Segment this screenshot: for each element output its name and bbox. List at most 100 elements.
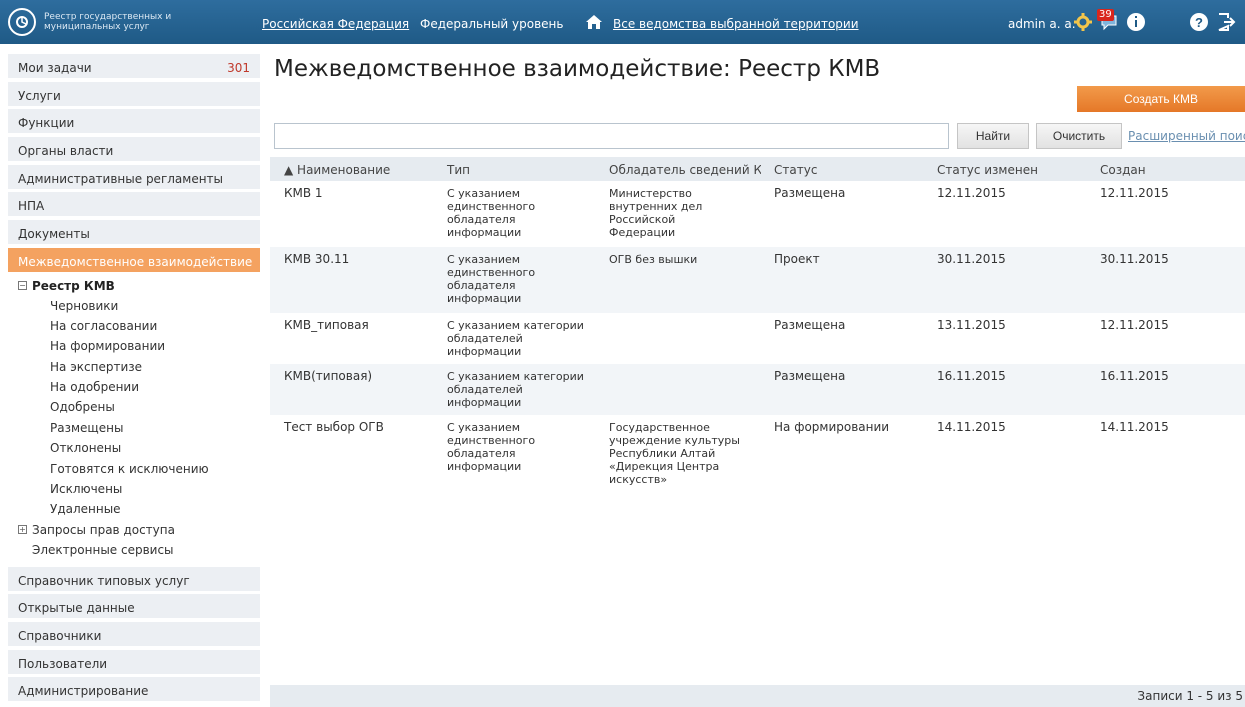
column-owner[interactable]: Обладатель сведений КМВ [609,163,761,177]
table-row[interactable]: КМВ 1 С указанием единственного обладате… [270,181,1245,247]
sidebar-subitem-approval[interactable]: На согласовании [18,316,260,336]
cell-name: КМВ(типовая) [284,369,373,383]
sidebar-item-label: Реестр КМВ [32,278,115,293]
column-created[interactable]: Создан [1100,163,1146,177]
info-icon[interactable] [1126,12,1146,32]
top-bar: Реестр государственных и муниципальных у… [0,0,1245,44]
sidebar-item-e-services[interactable]: Электронные сервисы [18,540,260,560]
sidebar-item-label: Мои задачи [18,61,92,75]
user-name[interactable]: admin a. a. [1008,17,1076,31]
sidebar-item-label: Администрирование [18,684,149,699]
sidebar-subitem-excluding[interactable]: Готовятся к исключению [18,459,260,479]
cell-created: 14.11.2015 [1100,420,1169,434]
sidebar-item-interagency[interactable]: Межведомственное взаимодействие [8,247,260,272]
notifications-badge: 39 [1097,9,1114,21]
cell-status-changed: 12.11.2015 [937,186,1006,200]
sidebar-item-documents[interactable]: Документы [8,220,260,245]
page-title: Межведомственное взаимодействие: Реестр … [274,56,881,82]
sidebar-item-dictionaries[interactable]: Справочники [8,621,260,646]
territory-link[interactable]: Российская Федерация [262,17,409,31]
cell-status: Размещена [774,369,846,383]
sidebar-subitem-rejected[interactable]: Отклонены [18,438,260,458]
table-header: ▲ Наименование Тип Обладатель сведений К… [270,157,1245,181]
table-row[interactable]: КМВ(типовая) С указанием категории облад… [270,364,1245,415]
cell-owner: ОГВ без вышки [609,253,698,266]
help-icon[interactable]: ? [1189,12,1209,32]
table-row[interactable]: КМВ 30.11 С указанием единственного обла… [270,247,1245,313]
cell-created: 30.11.2015 [1100,252,1169,266]
search-input[interactable] [274,123,949,149]
sidebar: Мои задачи 301 Услуги Функции Органы вла… [8,54,260,705]
sidebar-item-npa[interactable]: НПА [8,192,260,217]
clear-button[interactable]: Очистить [1036,123,1122,149]
table-footer: Записи 1 - 5 из 5 [270,685,1245,707]
cell-status: Размещена [774,186,846,200]
sidebar-subitem-approved[interactable]: Одобрены [18,397,260,417]
cell-type: С указанием единственного обладателя инф… [447,421,536,473]
sidebar-subitem-expertise[interactable]: На экспертизе [18,357,260,377]
sidebar-item-label: Функции [18,116,75,131]
cell-created: 16.11.2015 [1100,369,1169,383]
logout-icon[interactable] [1216,12,1236,32]
cell-status: Размещена [774,318,846,332]
cell-status-changed: 16.11.2015 [937,369,1006,383]
cell-name: КМВ 30.11 [284,252,350,266]
column-name[interactable]: ▲ Наименование [284,163,390,177]
sidebar-item-regulations[interactable]: Административные регламенты [8,164,260,189]
sidebar-item-label: Межведомственное взаимодействие [18,254,253,269]
sidebar-subitem-forming[interactable]: На формировании [18,336,260,356]
cell-status: На формировании [774,420,890,434]
logo-icon [8,8,36,36]
sidebar-item-administration[interactable]: Администрирование [8,677,260,702]
cell-status-changed: 30.11.2015 [937,252,1006,266]
sidebar-item-access-requests[interactable]: + Запросы прав доступа [18,520,260,540]
sidebar-subitem-deleted[interactable]: Удаленные [18,499,260,519]
cell-created: 12.11.2015 [1100,318,1169,332]
advanced-search-link[interactable]: Расширенный поиск [1128,129,1245,143]
table-row[interactable]: Тест выбор ОГВ С указанием единственного… [270,415,1245,495]
kmv-table: ▲ Наименование Тип Обладатель сведений К… [270,157,1245,707]
sidebar-subitem-published[interactable]: Размещены [18,418,260,438]
sidebar-item-typical-services[interactable]: Справочник типовых услуг [8,566,260,591]
sidebar-item-users[interactable]: Пользователи [8,649,260,674]
cell-type: С указанием категории обладателей информ… [447,319,584,358]
sidebar-item-kmv-registry[interactable]: − Реестр КМВ [18,276,260,296]
departments-link[interactable]: Все ведомства выбранной территории [613,17,859,31]
collapse-icon[interactable]: − [18,281,27,290]
table-row[interactable]: КМВ_типовая С указанием категории облада… [270,313,1245,364]
expand-icon[interactable]: + [18,525,27,535]
logo[interactable]: Реестр государственных и муниципальных у… [8,6,256,38]
sidebar-item-label: Справочник типовых услуг [18,573,190,588]
column-type[interactable]: Тип [447,163,470,177]
sidebar-item-functions[interactable]: Функции [8,109,260,134]
cell-name: Тест выбор ОГВ [284,420,384,434]
sidebar-item-my-tasks[interactable]: Мои задачи 301 [8,54,260,78]
tasks-count: 301 [227,61,250,75]
cell-type: С указанием единственного обладателя инф… [447,253,536,305]
sidebar-item-open-data[interactable]: Открытые данные [8,594,260,619]
svg-text:?: ? [1195,15,1203,30]
cell-status: Проект [774,252,820,266]
column-status[interactable]: Статус [774,163,817,177]
create-kmv-button[interactable]: Создать КМВ [1077,86,1245,112]
cell-owner: Государственное учреждение культуры Респ… [609,421,740,486]
find-button[interactable]: Найти [957,123,1029,149]
column-status-changed[interactable]: Статус изменен [937,163,1038,177]
sidebar-item-label: НПА [18,199,45,214]
sidebar-subitem-drafts[interactable]: Черновики [18,296,260,316]
sidebar-item-authorities[interactable]: Органы власти [8,137,260,162]
cell-status-changed: 13.11.2015 [937,318,1006,332]
sidebar-item-label: Запросы прав доступа [32,522,175,537]
home-icon[interactable] [584,12,604,32]
sidebar-subitem-excluded[interactable]: Исключены [18,479,260,499]
gear-icon[interactable] [1073,12,1093,32]
level-link[interactable]: Федеральный уровень [420,17,563,31]
sidebar-item-label: Органы власти [18,144,114,159]
sidebar-item-label: Пользователи [18,656,108,671]
sidebar-subitem-endorsement[interactable]: На одобрении [18,377,260,397]
cell-status-changed: 14.11.2015 [937,420,1006,434]
sidebar-item-services[interactable]: Услуги [8,81,260,106]
cell-name: КМВ_типовая [284,318,369,332]
cell-type: С указанием категории обладателей информ… [447,370,584,409]
sidebar-item-label: Услуги [18,88,61,103]
